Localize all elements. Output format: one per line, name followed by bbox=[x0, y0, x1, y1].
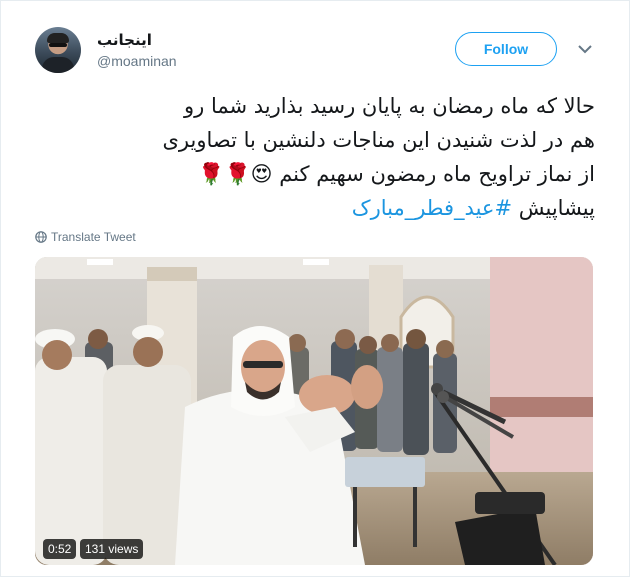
tweet-card: اینجانب @moaminan Follow حالا که ماه رمض… bbox=[0, 0, 630, 577]
display-name[interactable]: اینجانب bbox=[97, 31, 217, 49]
user-handle[interactable]: @moaminan bbox=[97, 53, 177, 69]
tweet-text-line: حالا که ماه رمضان به پایان رسید بذارید ش… bbox=[184, 94, 595, 118]
hashtag-link[interactable]: #عید_فطر_مبارک bbox=[352, 196, 512, 220]
tweet-text-prefix: پیشاپیش bbox=[512, 196, 595, 220]
avatar-body bbox=[42, 57, 74, 73]
tweet-text-line: هم در لذت شنیدن این مناجات دلنشین با تصا… bbox=[162, 128, 596, 152]
avatar-hair bbox=[47, 33, 69, 43]
translate-tweet-link[interactable]: Translate Tweet bbox=[35, 230, 136, 244]
globe-icon bbox=[35, 231, 47, 243]
follow-button[interactable]: Follow bbox=[455, 32, 557, 66]
video-player[interactable] bbox=[35, 257, 593, 565]
video-frame bbox=[35, 257, 593, 565]
video-duration: 0:52 bbox=[43, 539, 77, 559]
chevron-down-icon[interactable] bbox=[577, 41, 593, 57]
tweet-text-line: از نماز تراویح ماه رمضون سهیم کنم 😍🌹🌹 bbox=[198, 162, 595, 186]
tweet-text-line: پیشاپیش #عید_فطر_مبارک bbox=[31, 191, 595, 225]
video-view-count: 131 views bbox=[80, 539, 144, 559]
translate-label: Translate Tweet bbox=[51, 230, 136, 244]
avatar[interactable] bbox=[35, 27, 81, 73]
tweet-text: حالا که ماه رمضان به پایان رسید بذارید ش… bbox=[31, 89, 596, 225]
avatar-glasses bbox=[49, 43, 67, 47]
